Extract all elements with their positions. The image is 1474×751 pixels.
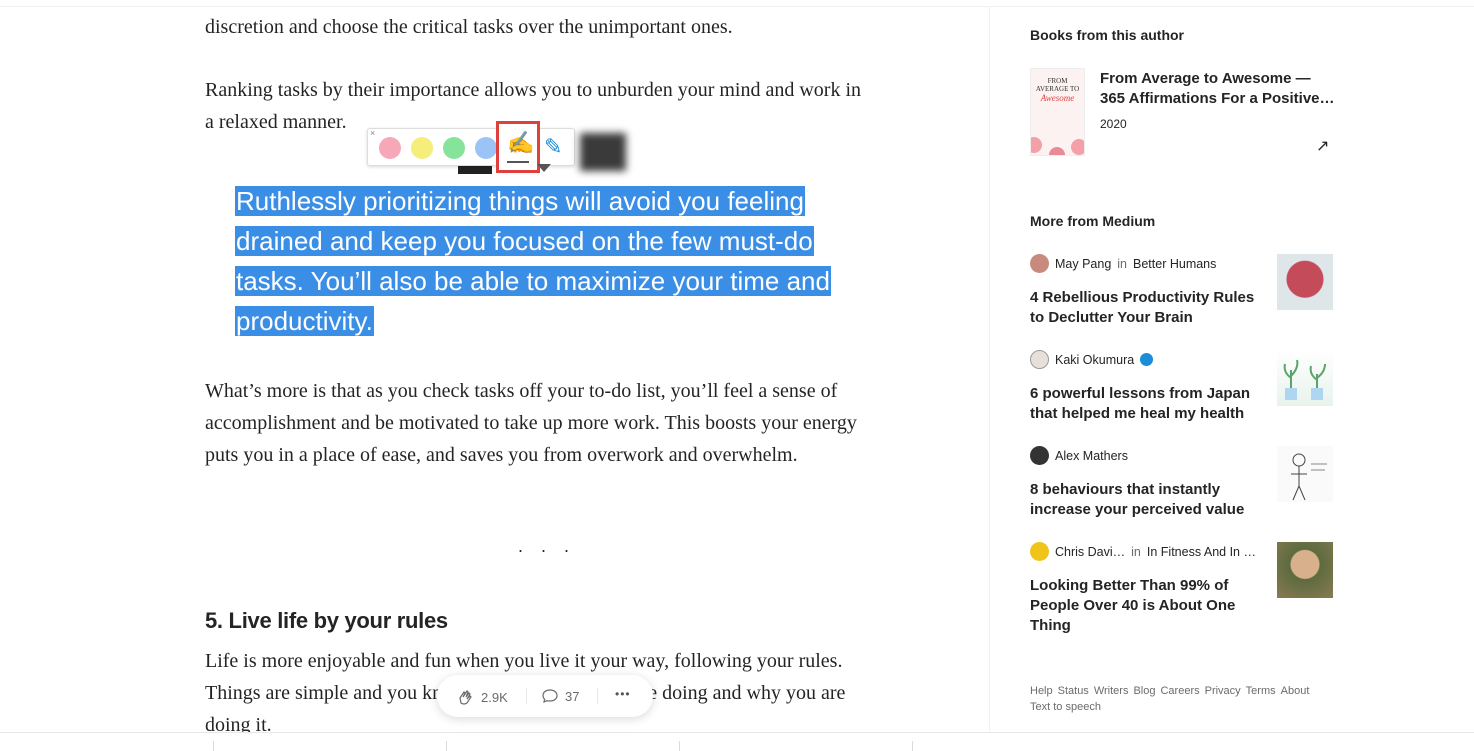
publication-name[interactable]: Better Humans: [1133, 257, 1216, 271]
book-year: 2020: [1100, 117, 1127, 131]
selected-quote[interactable]: Ruthlessly prioritizing things will avoi…: [235, 181, 865, 341]
story-title[interactable]: 6 powerful lessons from Japan that helpe…: [1030, 384, 1255, 424]
story-meta: Kaki Okumura: [1030, 350, 1154, 369]
highlight-color-green[interactable]: [443, 137, 465, 159]
footer-link-text-to-speech[interactable]: Text to speech: [1030, 701, 1101, 713]
close-icon[interactable]: ×: [370, 128, 375, 138]
section-separator: ...: [518, 536, 587, 557]
story-title[interactable]: 4 Rebellious Productivity Rules to Declu…: [1030, 288, 1255, 328]
cover-flower: [1031, 137, 1042, 153]
author-name[interactable]: Kaki Okumura: [1055, 353, 1134, 367]
author-avatar[interactable]: [1030, 350, 1049, 369]
in-label: in: [1117, 256, 1128, 271]
brush-icon[interactable]: ✎: [544, 134, 562, 160]
comment-icon: [542, 689, 558, 704]
author-avatar[interactable]: [1030, 446, 1049, 465]
books-heading: Books from this author: [1030, 27, 1185, 43]
book-cover-text: FROM AVERAGE TO: [1035, 77, 1080, 93]
response-count: 37: [565, 688, 580, 704]
section-heading: 5. Live life by your rules: [205, 608, 448, 633]
plant-illustration-icon: [1283, 359, 1326, 400]
author-name[interactable]: Alex Mathers: [1055, 449, 1128, 463]
footer-link-status[interactable]: Status: [1058, 685, 1089, 697]
more-actions-button[interactable]: •••: [615, 687, 631, 701]
pen-icon: ✍: [507, 130, 535, 155]
story-title[interactable]: Looking Better Than 99% of People Over 4…: [1030, 576, 1255, 636]
clap-count: 2.9K: [481, 689, 508, 705]
author-name[interactable]: May Pang: [1055, 257, 1111, 271]
highlight-pen-button[interactable]: ✍: [496, 121, 540, 173]
blurred-button[interactable]: [580, 133, 626, 171]
clap-icon: [459, 690, 472, 705]
footer-link-writers[interactable]: Writers: [1094, 685, 1129, 697]
footer-link-privacy[interactable]: Privacy: [1205, 685, 1241, 697]
highlight-color-blue[interactable]: [475, 137, 497, 159]
book-title[interactable]: From Average to Awesome —: [1100, 69, 1336, 89]
footer-link-terms[interactable]: Terms: [1246, 685, 1276, 697]
sidebar-divider: [989, 7, 990, 732]
story-meta: Alex Mathers: [1030, 446, 1128, 465]
highlight-color-yellow[interactable]: [411, 137, 433, 159]
article-action-bar: 2.9K 37 •••: [437, 675, 653, 717]
toolbar-caret: [537, 164, 551, 172]
story-thumbnail[interactable]: [1277, 350, 1333, 406]
author-avatar[interactable]: [1030, 254, 1049, 273]
book-title[interactable]: 365 Affirmations For a Positive…: [1100, 89, 1336, 109]
responses-button[interactable]: 37: [541, 687, 579, 705]
cover-flower: [1071, 139, 1084, 155]
footer-link-about[interactable]: About: [1281, 685, 1310, 697]
publication-name[interactable]: In Fitness And In …: [1147, 545, 1256, 559]
verified-badge-icon: [1140, 353, 1154, 366]
story-thumbnail[interactable]: [1277, 254, 1333, 310]
in-label: in: [1131, 544, 1141, 559]
top-border: [0, 6, 1474, 7]
book-cover[interactable]: FROM AVERAGE TO Awesome: [1030, 68, 1085, 156]
quote-text: Ruthlessly prioritizing things will avoi…: [235, 186, 831, 336]
action-separator: [597, 688, 598, 704]
more-from-medium-heading: More from Medium: [1030, 213, 1156, 229]
footer-link-careers[interactable]: Careers: [1160, 685, 1199, 697]
story-thumbnail[interactable]: [1277, 542, 1333, 598]
story-thumbnail[interactable]: [1277, 446, 1333, 502]
pen-underline: [507, 161, 529, 163]
bottom-toolbar: [0, 732, 1474, 751]
clap-button[interactable]: 2.9K: [455, 687, 508, 707]
author-name[interactable]: Chris Davi…: [1055, 545, 1125, 559]
book-cover-title: Awesome: [1040, 93, 1075, 103]
action-separator: [526, 688, 527, 704]
separator-dots: ...: [518, 536, 588, 556]
footer-link-blog[interactable]: Blog: [1133, 685, 1155, 697]
article-paragraph: discretion and choose the critical tasks…: [205, 16, 733, 38]
article-paragraph: What’s more is that as you check tasks o…: [205, 380, 857, 466]
highlight-color-pink[interactable]: [379, 137, 401, 159]
story-title[interactable]: 8 behaviours that instantly increase you…: [1030, 480, 1255, 520]
external-link-icon[interactable]: ↗: [1316, 136, 1329, 156]
sketch-illustration-icon: [1291, 453, 1327, 501]
cover-flower: [1049, 147, 1065, 155]
more-icon: •••: [615, 687, 631, 701]
story-meta: Chris Davi… in In Fitness And In …: [1030, 542, 1256, 561]
footer-links: Help Status Writers Blog Careers Privacy Terms…: [1030, 683, 1340, 715]
footer-link-help[interactable]: Help: [1030, 685, 1053, 697]
author-avatar[interactable]: [1030, 542, 1049, 561]
story-meta: May Pang in Better Humans: [1030, 254, 1216, 273]
